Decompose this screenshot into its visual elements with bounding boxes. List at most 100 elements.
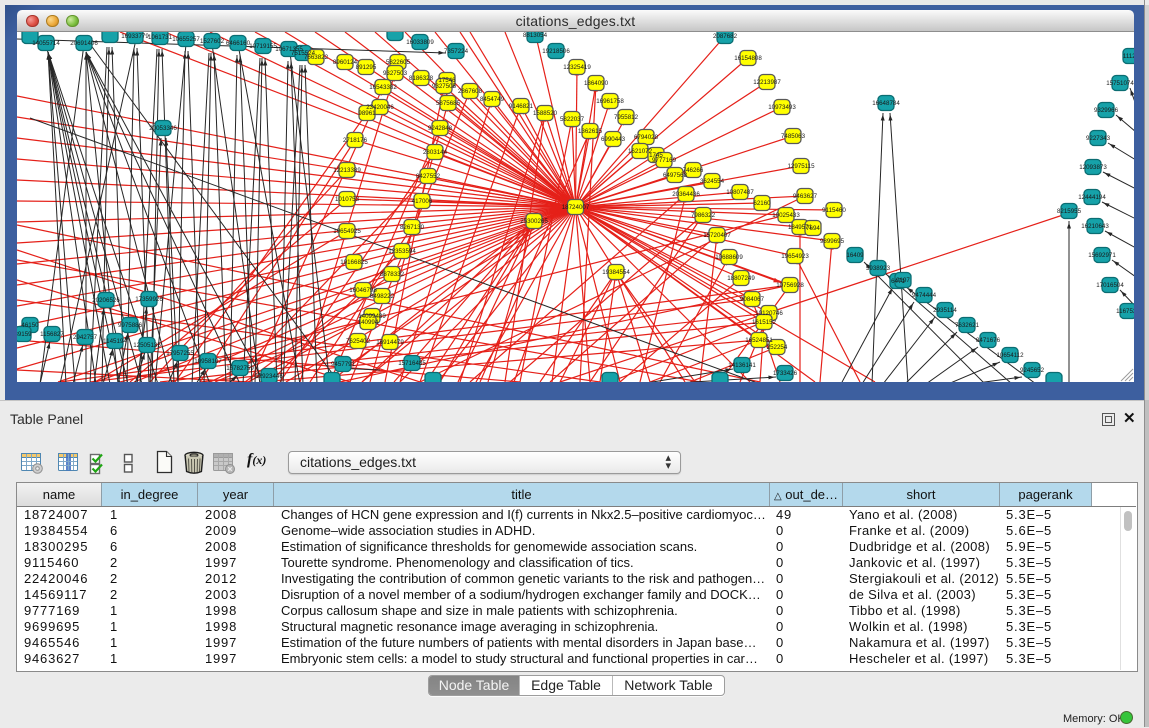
svg-text:15692971: 15692971 <box>1088 252 1116 259</box>
svg-text:10719155: 10719155 <box>249 43 277 50</box>
svg-text:1061731: 1061731 <box>148 34 173 41</box>
svg-text:9146821: 9146821 <box>509 103 534 110</box>
svg-text:10756928: 10756928 <box>776 282 804 289</box>
svg-text:252254: 252254 <box>767 344 788 351</box>
svg-text:1615152: 1615152 <box>752 319 777 326</box>
svg-text:9242848: 9242848 <box>428 125 453 132</box>
svg-text:17016504: 17016504 <box>1096 282 1124 289</box>
svg-text:10973493: 10973493 <box>768 104 796 111</box>
svg-text:25300265: 25300265 <box>520 218 548 225</box>
svg-text:8186328: 8186328 <box>409 75 434 82</box>
svg-text:19384554: 19384554 <box>602 269 630 276</box>
svg-text:16524851: 16524851 <box>745 337 773 344</box>
svg-text:2935114: 2935114 <box>933 307 957 314</box>
svg-text:19654925: 19654925 <box>333 228 361 235</box>
svg-text:7663822: 7663822 <box>304 54 329 61</box>
svg-text:140994: 140994 <box>358 319 379 326</box>
svg-text:3624554: 3624554 <box>700 178 725 185</box>
svg-text:12353594: 12353594 <box>388 248 416 255</box>
svg-text:16648784: 16648784 <box>872 100 900 107</box>
svg-text:1362615: 1362615 <box>578 128 603 135</box>
svg-text:18807249: 18807249 <box>727 275 755 282</box>
svg-text:2803144: 2803144 <box>423 149 448 156</box>
svg-text:15716485: 15716485 <box>398 360 426 367</box>
svg-text:10807487: 10807487 <box>726 189 754 196</box>
svg-text:12213987: 12213987 <box>753 79 781 86</box>
svg-text:11123: 11123 <box>1123 53 1134 60</box>
svg-text:8813054: 8813054 <box>523 32 548 39</box>
svg-text:12325419: 12325419 <box>563 64 591 71</box>
svg-text:19218506: 19218506 <box>542 48 570 55</box>
svg-text:19654923: 19654923 <box>781 253 809 260</box>
svg-text:9899695: 9899695 <box>820 238 845 245</box>
svg-text:5822605: 5822605 <box>386 59 411 66</box>
svg-text:15720407: 15720407 <box>703 232 731 239</box>
svg-text:16210643: 16210643 <box>1081 223 1109 230</box>
svg-text:12923446: 12923446 <box>255 373 283 380</box>
svg-text:10025433: 10025433 <box>772 212 800 219</box>
svg-text:20691406: 20691406 <box>70 40 98 47</box>
svg-text:2942757: 2942757 <box>73 334 98 341</box>
svg-text:16933779: 16933779 <box>121 33 149 40</box>
svg-text:9245652: 9245652 <box>1020 367 1045 374</box>
svg-text:1588520: 1588520 <box>533 110 558 117</box>
svg-text:19166825: 19166825 <box>340 259 368 266</box>
svg-text:9463627: 9463627 <box>793 193 818 200</box>
svg-text:9975886: 9975886 <box>118 322 143 329</box>
svg-text:8471676: 8471676 <box>976 337 1001 344</box>
svg-text:9197: 9197 <box>896 277 910 284</box>
svg-text:20364436: 20364436 <box>672 191 700 198</box>
svg-text:1145194: 1145194 <box>103 338 127 345</box>
svg-text:8427552: 8427552 <box>416 173 441 180</box>
svg-text:18724007: 18724007 <box>562 204 590 211</box>
svg-text:14136141: 14136141 <box>728 362 756 369</box>
svg-text:20053346: 20053346 <box>149 125 177 132</box>
svg-text:16409: 16409 <box>846 252 864 259</box>
svg-text:9115460: 9115460 <box>822 207 846 214</box>
svg-text:9777169: 9777169 <box>652 157 677 164</box>
svg-text:6794028: 6794028 <box>634 134 659 141</box>
svg-text:8215955: 8215955 <box>1057 208 1082 215</box>
svg-text:98961: 98961 <box>358 110 376 117</box>
svg-text:10688609: 10688609 <box>715 254 743 261</box>
svg-text:1010753: 1010753 <box>335 196 360 203</box>
svg-text:1864090: 1864090 <box>584 80 609 87</box>
svg-text:8454749: 8454749 <box>480 96 505 103</box>
svg-text:9474444: 9474444 <box>912 292 937 299</box>
svg-text:39159: 39159 <box>17 331 32 338</box>
svg-text:7357224: 7357224 <box>444 48 469 55</box>
svg-text:6497568: 6497568 <box>663 172 688 179</box>
svg-text:12444194: 12444194 <box>1078 194 1106 201</box>
svg-text:10655257: 10655257 <box>172 36 200 43</box>
svg-text:7694: 7694 <box>806 225 820 232</box>
svg-text:12093873: 12093873 <box>1079 164 1107 171</box>
svg-text:16782759: 16782759 <box>226 365 254 372</box>
svg-text:16543382: 16543382 <box>369 84 397 91</box>
svg-text:7955812: 7955812 <box>614 114 639 121</box>
svg-text:16033809: 16033809 <box>406 39 434 46</box>
svg-text:891295: 891295 <box>356 64 377 71</box>
svg-text:62160: 62160 <box>753 200 771 207</box>
svg-text:9327503: 9327503 <box>383 70 408 77</box>
svg-text:5875685: 5875685 <box>436 100 461 107</box>
svg-text:7485063: 7485063 <box>781 133 806 140</box>
svg-text:46150: 46150 <box>21 322 39 329</box>
svg-text:9227343: 9227343 <box>1086 135 1111 142</box>
svg-text:7625402: 7625402 <box>346 338 371 345</box>
svg-text:417006: 417006 <box>412 198 433 205</box>
svg-text:8960124: 8960124 <box>333 59 358 66</box>
svg-text:6466160: 6466160 <box>226 40 251 47</box>
svg-text:1156827: 1156827 <box>40 331 64 338</box>
svg-text:9084067: 9084067 <box>740 296 765 303</box>
svg-text:15751074: 15751074 <box>1106 80 1134 87</box>
svg-text:5938923: 5938923 <box>866 265 891 272</box>
svg-text:12213389: 12213389 <box>333 167 361 174</box>
svg-text:17359926: 17359926 <box>135 296 163 303</box>
svg-text:17957255: 17957255 <box>166 350 194 357</box>
svg-text:10654112: 10654112 <box>996 352 1024 359</box>
svg-text:2087682: 2087682 <box>713 33 738 40</box>
svg-text:1527602: 1527602 <box>200 38 225 45</box>
svg-text:5822037: 5822037 <box>560 116 585 123</box>
svg-text:8498222: 8498222 <box>370 293 395 300</box>
svg-text:9329966: 9329966 <box>1094 107 1119 114</box>
